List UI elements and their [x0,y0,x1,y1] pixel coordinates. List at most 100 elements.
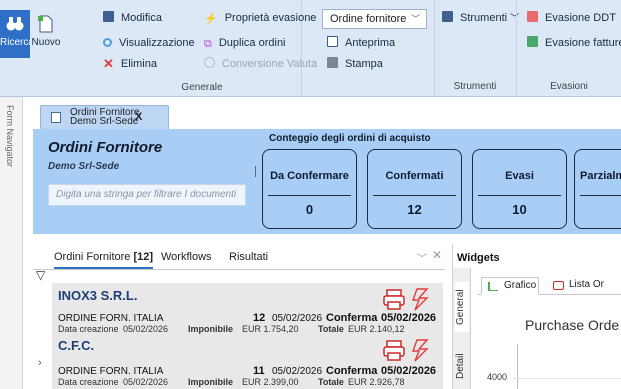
visualizzazione-button[interactable]: Visualizzazione [103,35,195,51]
preview-icon [327,36,338,47]
chevron-down-icon[interactable]: ﹀ [417,250,427,265]
elimina-button[interactable]: ✕ Elimina [103,56,157,72]
magnifier-icon [103,38,112,47]
tab-lista-ordini[interactable]: Lista Or [547,277,621,295]
divider [255,166,256,177]
tab-count: [12] [133,251,154,263]
divider [268,195,351,196]
ricerca-button[interactable]: Ricerca [0,10,34,58]
counts-title: Conteggio degli ordini di acquisto [269,133,431,144]
count-da-confermare[interactable]: Da Confermare 0 [262,149,357,229]
order-date: 05/02/2026 [272,313,323,324]
filter-input[interactable]: Digita una stringa per filtrare I docume… [48,184,246,206]
row-selector-arrow-icon[interactable]: › [38,357,42,369]
chevron-down-icon: ﹀ [410,14,420,24]
nuovo-button[interactable]: Nuovo [31,10,61,48]
printer-icon[interactable] [383,289,405,310]
ribbon: Ricerca Nuovo Modifica Visualizzazione ✕… [0,0,621,97]
count-label: Evasi [505,170,534,182]
evasione-ddt-label: Evasione DDT [545,12,616,24]
filter-icon[interactable]: ▽ [36,268,45,282]
ricerca-label: Ricerca [0,37,34,48]
divider [580,195,621,196]
count-value: 12 [407,202,422,217]
count-value: 0 [305,202,314,217]
orders-list: INOX3 S.R.L. ORDINE FORN. ITALIA 12 05/0… [52,283,443,389]
tab-label: Grafico [504,280,537,291]
group-label-generale: Generale [181,82,223,93]
order-actions [383,287,433,311]
stampa-button[interactable]: Stampa [327,56,383,72]
binoculars-icon [6,17,24,31]
creation-label: Data creazione [58,324,119,334]
taxable-label: Imponibile [188,324,233,334]
tab-grafico[interactable]: Grafico [481,277,539,295]
strumenti-label: Strumenti [460,12,508,24]
proprieta-evasione-label: Proprietà evasione [224,12,317,24]
tab-ordini-fornitore[interactable]: Ordini Fornitore [12] [54,251,154,269]
elimina-label: Elimina [120,58,157,70]
widgets-side-tabs: General Detail [453,268,471,389]
side-tab-general[interactable]: General [455,282,469,332]
count-parzialmente[interactable]: Parzialm [574,149,621,229]
tab-workflows[interactable]: Workflows [161,251,212,263]
chart-icon [488,282,498,291]
chevron-down-icon: ﹀ [510,13,520,23]
document-tab[interactable]: Ordini Fornitore Demo Srl-Sede X [40,105,169,129]
conversione-valuta-button[interactable]: Conversione Valuta [204,56,317,72]
printer-icon [553,281,564,290]
supplier-name: INOX3 S.R.L. [58,288,138,303]
total-amount: EUR 2.926,78 [348,377,405,387]
widgets-title: Widgets [457,252,500,264]
nuovo-label: Nuovo [31,37,61,48]
company-subtitle: Demo Srl-Sede [48,161,120,172]
list-item[interactable]: C.F.C. ORDINE FORN. ITALIA 11 05/02/2026… [52,336,443,389]
widget-tabs: Grafico Lista Or [477,277,621,295]
lightning-icon: ⚡ [204,13,218,25]
printer-icon [327,57,338,68]
edit-icon [103,11,114,22]
group-label-evasioni: Evasioni [550,81,588,92]
invoice-icon [527,36,538,47]
evasione-fatture-button[interactable]: Evasione fatture [527,35,621,51]
orders-header-panel: Ordini Fornitore Demo Srl-Sede Digita un… [33,129,621,234]
count-evasi[interactable]: Evasi 10 [472,149,567,229]
pdf-icon[interactable] [412,288,429,311]
pdf-icon[interactable] [412,339,429,362]
page-title: Ordini Fornitore [48,139,163,156]
tab-risultati[interactable]: Risultati [229,251,268,263]
chart-gridline [513,378,621,379]
order-type: ORDINE FORN. ITALIA [58,366,164,377]
list-item[interactable]: INOX3 S.R.L. ORDINE FORN. ITALIA 12 05/0… [52,283,443,337]
count-label: Parzialm [580,170,621,182]
total-amount: EUR 2.140,12 [348,324,405,334]
duplicate-icon: ⧉ [204,38,212,50]
divider [373,195,456,196]
order-number: 11 [253,365,265,377]
side-tab-detail[interactable]: Detail [455,346,469,386]
divider [478,195,561,196]
creation-label: Data creazione [58,377,119,387]
toolbox-icon [442,11,453,22]
group-label-strumenti: Strumenti [453,81,497,92]
printer-icon[interactable] [383,340,405,361]
order-status-date: 05/02/2026 [381,365,437,377]
creation-date: 05/02/2026 [123,324,169,334]
total-label: Totale [318,377,344,387]
order-status: Conferma [326,365,378,377]
strumenti-button[interactable]: Strumenti ﹀ [442,10,519,26]
modifica-button[interactable]: Modifica [103,10,162,26]
document-type-select[interactable]: Ordine fornitore ﹀ [322,9,427,29]
tab-label: Lista Or [569,279,605,290]
evasione-ddt-button[interactable]: Evasione DDT [527,10,616,26]
anteprima-button[interactable]: Anteprima [327,35,395,51]
tab-label: Ordini Fornitore [54,251,131,263]
order-status: Conferma [326,312,378,324]
close-tab-button[interactable]: X [135,111,142,123]
duplica-ordini-button[interactable]: ⧉ Duplica ordini [204,35,286,51]
modifica-label: Modifica [121,12,162,24]
close-icon[interactable]: ✕ [432,248,442,262]
count-confermati[interactable]: Confermati 12 [367,149,462,229]
form-navigator-strip[interactable]: Form Navigator [0,97,23,389]
proprieta-evasione-button[interactable]: ⚡ Proprietà evasione [204,10,316,26]
